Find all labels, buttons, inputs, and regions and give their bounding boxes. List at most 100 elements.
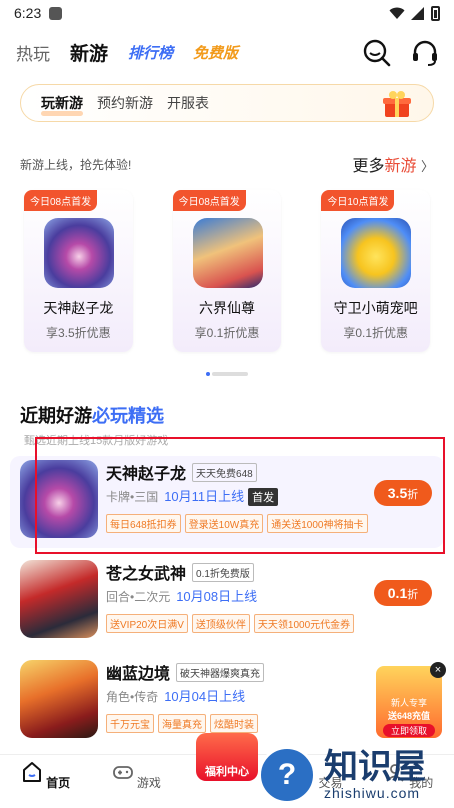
headset-icon[interactable] <box>410 38 440 68</box>
discount-unit: 折 <box>407 589 419 601</box>
game-name: 苍之女武神 <box>106 566 187 583</box>
launch-badge: 今日10点首发 <box>321 190 395 211</box>
game-meta: 角色•传奇 10月04日上线 <box>106 686 245 705</box>
game-icon-liujie <box>192 218 263 288</box>
chevron-right-icon: 〉 <box>420 159 434 174</box>
game-date: 10月04日上线 <box>164 689 246 704</box>
tab-new-games[interactable]: 新游 <box>70 39 108 66</box>
gift-claim-button[interactable]: 立即领取 <box>383 724 435 737</box>
game-genre: 回合•二次元 <box>106 590 171 604</box>
perk-tag: 千万元宝 <box>106 714 154 733</box>
game-title: 天神赵子龙 天天免费648 <box>106 460 257 484</box>
perk-tag: 送顶级伙伴 <box>191 614 250 633</box>
discount-value: 0.1 <box>387 585 408 601</box>
game-icon-tianshen <box>44 218 114 288</box>
close-icon[interactable]: × <box>430 662 446 678</box>
watermark-cn: 知识屋 <box>324 747 426 787</box>
perk-list: 千万元宝 海量真充 炫酷时装 <box>106 714 258 733</box>
perk-tag: 登录送10W真充 <box>184 514 264 533</box>
more-accent: 新游 <box>384 158 417 175</box>
recent-section-desc: 甄选近期上线15款月版好游戏 <box>24 435 169 447</box>
watermark-logo-icon: ? <box>258 746 316 804</box>
title-accent: 必玩精选 <box>92 406 164 426</box>
game-date: 10月11日上线 <box>164 489 245 504</box>
perk-list: 送VIP20次日满V 送顶级伙伴 天天领1000元代金券 <box>106 614 355 633</box>
game-meta: 卡牌•三国 10月11日上线 首发 <box>106 486 279 506</box>
game-name: 天神赵子龙 <box>43 300 114 316</box>
new-game-card[interactable]: 今日08点首发 天神赵子龙 享3.5折优惠 <box>24 190 133 352</box>
new-games-header: 新游上线，抢先体验! 更多新游 〉 <box>20 152 434 176</box>
signal-icon <box>411 6 424 20</box>
top-nav: 热玩 新游 排行榜 免费版 <box>0 26 454 78</box>
gamepad-icon <box>112 766 133 779</box>
new-user-gift-widget[interactable]: × 新人专享 送648充值 立即领取 <box>376 662 446 738</box>
subtab-server-list[interactable]: 开服表 <box>167 93 209 113</box>
game-offer: 享0.1折优惠 <box>343 326 409 340</box>
watermark-en: zhishiwu.com <box>324 785 421 801</box>
status-bar: 6:23 <box>0 0 454 26</box>
game-offer: 享3.5折优惠 <box>45 326 111 340</box>
discount-button[interactable]: 3.5折 <box>374 480 432 506</box>
discount-value: 3.5 <box>387 485 408 501</box>
game-genre: 角色•传奇 <box>106 690 159 704</box>
first-launch-badge: 首发 <box>248 488 279 506</box>
bottom-nav-label: 首页 <box>46 776 71 790</box>
gift-line1: 新人专享 <box>390 698 427 708</box>
perk-tag: 炫酷时装 <box>210 714 258 733</box>
launch-badge: 今日08点首发 <box>24 190 98 211</box>
new-game-card[interactable]: 今日08点首发 六界仙尊 享0.1折优惠 <box>172 190 282 352</box>
discount-button[interactable]: 0.1折 <box>374 580 432 606</box>
bottom-nav-games[interactable]: 游戏 <box>91 755 182 808</box>
welfare-center-button[interactable]: 福利中心 <box>195 733 258 781</box>
perk-list: 每日648抵扣券 登录送10W真充 通关送1000神将抽卡 <box>106 514 368 533</box>
game-title: 幽蓝边境 破天神器爆爽真充 <box>106 660 265 684</box>
perk-tag: 天天领1000元代金券 <box>253 614 355 633</box>
status-time: 6:23 <box>14 5 42 21</box>
game-meta: 回合•二次元 10月08日上线 <box>106 586 257 605</box>
new-games-desc: 新游上线，抢先体验! <box>20 157 132 172</box>
game-name: 幽蓝边境 <box>106 666 171 683</box>
game-date: 10月08日上线 <box>176 589 258 604</box>
game-icon-cangzhi <box>20 560 98 638</box>
subtab-play-new[interactable]: 玩新游 <box>41 93 83 116</box>
home-icon <box>22 762 41 782</box>
wifi-icon <box>389 7 405 19</box>
tab-free-version[interactable]: 免费版 <box>193 42 238 63</box>
launch-badge: 今日08点首发 <box>172 190 246 211</box>
subtab-bar: 玩新游 预约新游 开服表 <box>20 84 434 122</box>
more-new-games-link[interactable]: 更多新游 〉 <box>353 152 435 176</box>
perk-tag: 海量真充 <box>158 714 206 733</box>
game-icon-youlan <box>20 660 98 738</box>
gift-line2: 送648充值 <box>387 711 431 721</box>
carousel-indicator <box>0 372 454 376</box>
game-name: 守卫小萌宠吧 <box>333 300 418 316</box>
battery-icon <box>431 5 440 21</box>
title-main: 近期好游 <box>20 406 92 426</box>
subtab-reserve[interactable]: 预约新游 <box>97 93 153 113</box>
game-tag: 0.1折免费版 <box>192 563 254 582</box>
game-genre: 卡牌•三国 <box>106 490 159 504</box>
tab-ranking[interactable]: 排行榜 <box>128 42 173 63</box>
search-icon[interactable] <box>362 38 392 68</box>
game-icon-shouwei <box>341 218 412 288</box>
discount-unit: 折 <box>407 489 419 501</box>
more-prefix: 更多 <box>352 158 385 175</box>
tab-hot[interactable]: 热玩 <box>16 40 50 65</box>
game-list-item[interactable]: 天神赵子龙 天天免费648 卡牌•三国 10月11日上线 首发 每日648抵扣券 登录… <box>10 456 444 548</box>
perk-tag: 通关送1000神将抽卡 <box>267 514 368 533</box>
game-offer: 享0.1折优惠 <box>194 326 260 340</box>
gift-box-icon <box>383 91 411 117</box>
bottom-nav-home[interactable]: 首页 <box>0 755 91 808</box>
new-game-cards: 今日08点首发 天神赵子龙 享3.5折优惠 今日08点首发 六界仙尊 享0.1折… <box>0 190 454 352</box>
game-list-item[interactable]: 苍之女武神 0.1折免费版 回合•二次元 10月08日上线 送VIP20次日满V 送… <box>10 556 444 648</box>
game-name: 六界仙尊 <box>199 300 255 316</box>
new-game-card[interactable]: 今日10点首发 守卫小萌宠吧 享0.1折优惠 <box>321 190 431 352</box>
game-title: 苍之女武神 0.1折免费版 <box>106 560 254 584</box>
game-tag: 天天免费648 <box>192 463 257 482</box>
recent-section-title: 近期好游必玩精选 <box>20 402 434 428</box>
bottom-nav-label: 游戏 <box>136 776 161 790</box>
game-tag: 破天神器爆爽真充 <box>176 663 265 682</box>
game-icon-tianshen <box>20 460 98 538</box>
game-name: 天神赵子龙 <box>106 466 187 483</box>
perk-tag: 每日648抵扣券 <box>106 514 181 533</box>
